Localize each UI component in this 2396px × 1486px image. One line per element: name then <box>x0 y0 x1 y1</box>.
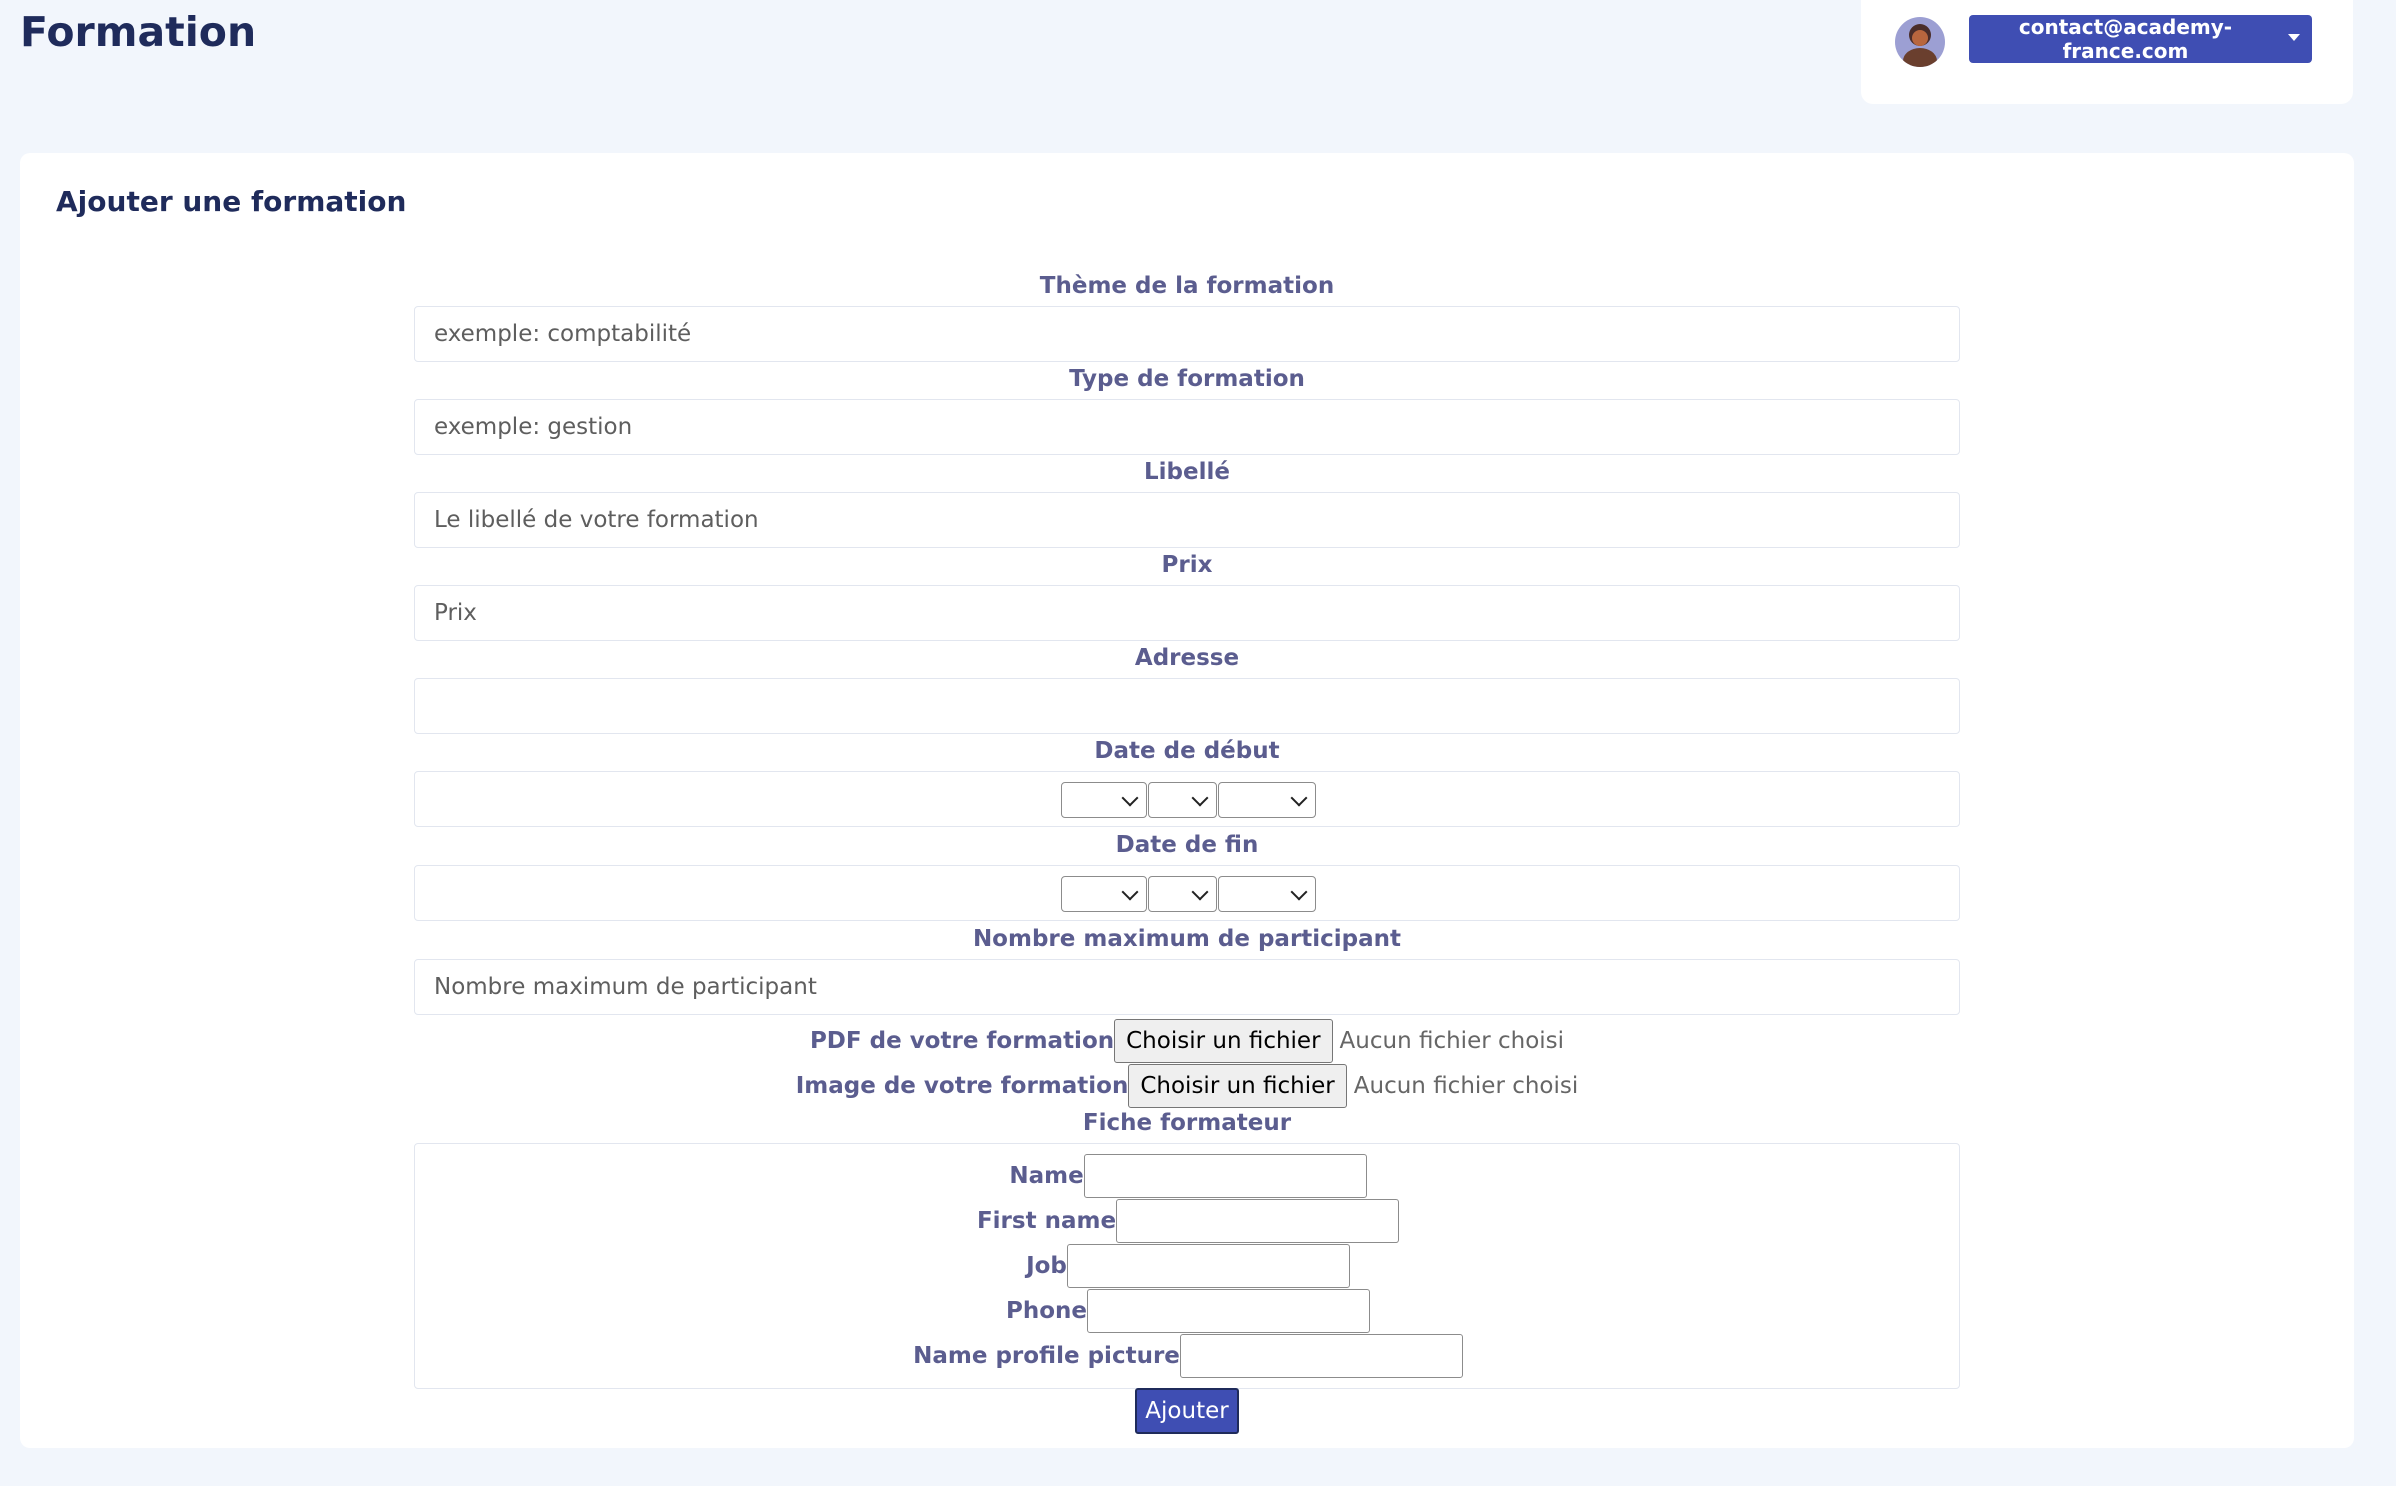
trainer-phone-input[interactable] <box>1087 1289 1370 1333</box>
trainer-profile-picture-row: Name profile picture <box>415 1334 1961 1378</box>
trainer-first-name-label: First name <box>976 1208 1117 1234</box>
prix-label: Prix <box>1161 552 1213 578</box>
adresse-input[interactable] <box>414 678 1960 734</box>
pdf-choose-file-button[interactable]: Choisir un fichier <box>1114 1019 1333 1063</box>
date-debut-field <box>414 771 1960 827</box>
trainer-sheet-box: Name First name Job Phone Name profile p… <box>414 1143 1960 1389</box>
chevron-down-icon <box>1191 789 1209 807</box>
max-participants-input[interactable] <box>414 959 1960 1015</box>
date-fin-field <box>414 865 1960 921</box>
date-debut-label: Date de début <box>1094 738 1280 764</box>
libelle-label: Libellé <box>1144 459 1230 485</box>
libelle-input[interactable] <box>414 492 1960 548</box>
trainer-first-name-input[interactable] <box>1116 1199 1400 1243</box>
trainer-first-name-row: First name <box>415 1199 1961 1243</box>
page-title: Formation <box>20 8 257 56</box>
pdf-file-status: Aucun fichier choisi <box>1339 1028 1565 1054</box>
type-label: Type de formation <box>1069 366 1305 392</box>
chevron-down-icon <box>1290 883 1308 901</box>
trainer-profile-picture-label: Name profile picture <box>913 1343 1180 1369</box>
theme-label: Thème de la formation <box>1039 273 1335 299</box>
trainer-sheet-label: Fiche formateur <box>1082 1110 1292 1136</box>
trainer-name-label: Name <box>1009 1163 1084 1189</box>
trainer-job-label: Job <box>1026 1253 1067 1279</box>
trainer-job-row: Job <box>415 1244 1961 1288</box>
date-fin-day-select[interactable] <box>1061 876 1147 912</box>
date-fin-month-select[interactable] <box>1148 876 1217 912</box>
user-menu-card: contact@academy-france.com <box>1861 0 2353 104</box>
trainer-phone-row: Phone <box>415 1289 1961 1333</box>
pdf-upload-row: PDF de votre formation Choisir un fichie… <box>20 1019 2354 1063</box>
type-input[interactable] <box>414 399 1960 455</box>
max-participants-label: Nombre maximum de participant <box>972 926 1402 952</box>
trainer-name-row: Name <box>415 1154 1961 1198</box>
trainer-job-input[interactable] <box>1066 1244 1350 1288</box>
image-upload-row: Image de votre formation Choisir un fich… <box>20 1064 2354 1108</box>
user-email: contact@academy-france.com <box>2018 15 2233 63</box>
chevron-down-icon <box>1191 883 1209 901</box>
trainer-phone-label: Phone <box>1005 1298 1087 1324</box>
add-training-card: Ajouter une formation Thème de la format… <box>20 153 2354 1448</box>
date-debut-day-select[interactable] <box>1061 782 1147 818</box>
trainer-name-input[interactable] <box>1083 1154 1367 1198</box>
prix-input[interactable] <box>414 585 1960 641</box>
adresse-label: Adresse <box>1134 645 1240 671</box>
date-fin-label: Date de fin <box>1115 832 1259 858</box>
chevron-down-icon <box>1290 789 1308 807</box>
caret-down-icon <box>2288 33 2300 41</box>
form-title: Ajouter une formation <box>56 185 407 218</box>
date-debut-year-select[interactable] <box>1218 782 1316 818</box>
pdf-upload-label: PDF de votre formation <box>809 1028 1115 1054</box>
user-dropdown-button[interactable]: contact@academy-france.com <box>1969 15 2312 63</box>
trainer-profile-picture-input[interactable] <box>1179 1334 1463 1378</box>
theme-input[interactable] <box>414 306 1960 362</box>
date-fin-year-select[interactable] <box>1218 876 1316 912</box>
date-debut-month-select[interactable] <box>1148 782 1217 818</box>
chevron-down-icon <box>1121 789 1139 807</box>
add-training-submit-button[interactable]: Ajouter <box>1135 1388 1239 1434</box>
avatar[interactable] <box>1895 17 1945 67</box>
image-upload-label: Image de votre formation <box>795 1073 1129 1099</box>
chevron-down-icon <box>1121 883 1139 901</box>
image-file-status: Aucun fichier choisi <box>1353 1073 1579 1099</box>
image-choose-file-button[interactable]: Choisir un fichier <box>1128 1064 1347 1108</box>
